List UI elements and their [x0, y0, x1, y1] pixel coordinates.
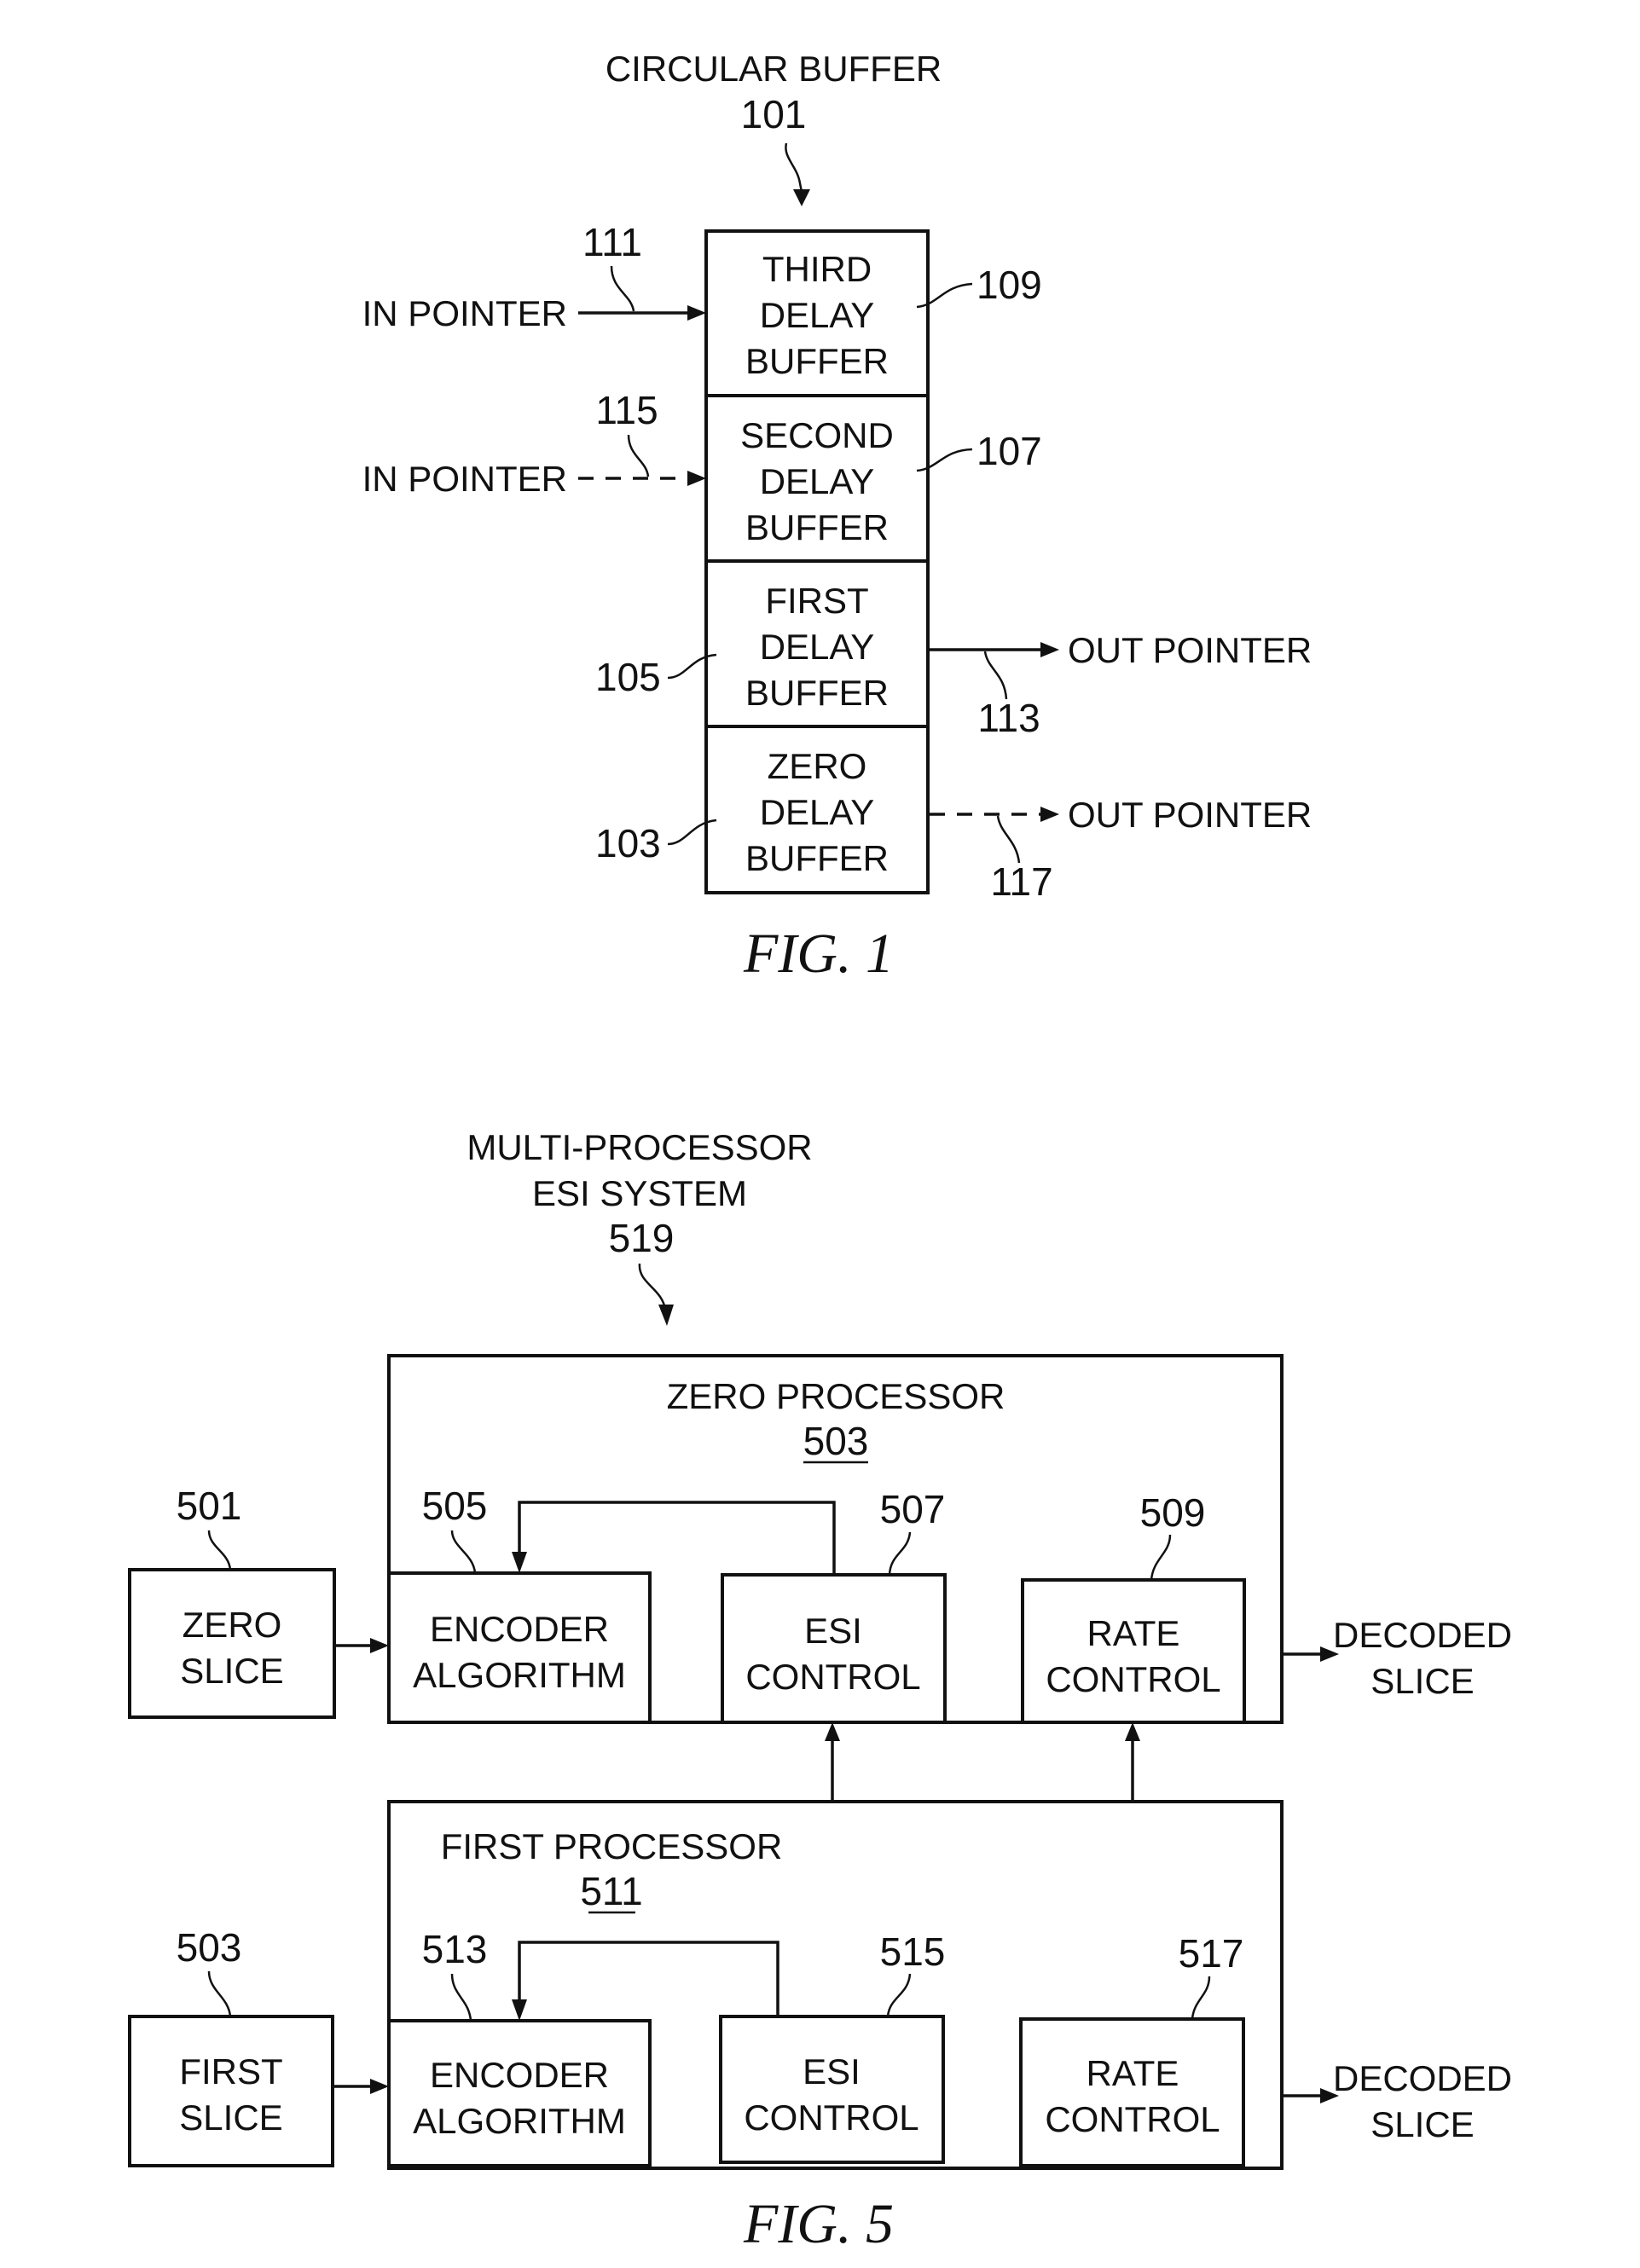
- zero-slice-text: ZERO: [183, 1605, 282, 1645]
- cell-text: DELAY: [760, 461, 875, 501]
- esi-control-text: CONTROL: [744, 2097, 919, 2138]
- ref-115: 115: [595, 388, 658, 432]
- ref-111: 111: [582, 220, 642, 264]
- decoded-slice-label: SLICE: [1371, 2104, 1474, 2144]
- ref-leader-101: [785, 142, 803, 193]
- arrowhead-icon: [1040, 642, 1059, 657]
- in-pointer-label: IN POINTER: [362, 293, 567, 333]
- fig5-multi-processor-esi-system: MULTI-PROCESSOR ESI SYSTEM 519 ZERO PROC…: [128, 1127, 1512, 2255]
- ref-leader-111: [610, 265, 635, 312]
- ref-113: 113: [977, 696, 1040, 740]
- ref-513: 513: [422, 1927, 488, 1971]
- fig5-caption: FIG. 5: [743, 2193, 894, 2255]
- cell-text: DELAY: [760, 295, 875, 335]
- ref-517: 517: [1179, 1931, 1244, 1976]
- ref-117: 117: [990, 859, 1052, 904]
- esi-control-text: ESI: [803, 2051, 861, 2092]
- first-slice-text: FIRST: [179, 2051, 282, 2092]
- patent-drawing-sheet: CIRCULAR BUFFER 101 THIRD DELAY BUFFER S…: [128, 49, 1512, 2255]
- zero-processor-title: ZERO PROCESSOR: [667, 1376, 1005, 1416]
- ref-leader-503: [207, 1970, 232, 2017]
- ref-507: 507: [880, 1487, 946, 1531]
- ref-leader-113: [983, 651, 1008, 700]
- rate-control-text: RATE: [1087, 1613, 1180, 1653]
- esi-control-text: ESI: [804, 1611, 862, 1651]
- out-pointer-label: OUT POINTER: [1068, 630, 1312, 670]
- cell-text: SECOND: [740, 415, 894, 455]
- arrowhead-icon: [687, 471, 706, 486]
- arrowhead-icon: [825, 1722, 840, 1741]
- arrowhead-icon: [1040, 807, 1059, 822]
- ref-107: 107: [976, 429, 1042, 473]
- first-slice-text: SLICE: [179, 2097, 282, 2138]
- system-ref-519: 519: [609, 1216, 675, 1260]
- ref-515: 515: [880, 1930, 946, 1974]
- arrowhead-icon: [370, 1638, 389, 1653]
- cell-text: BUFFER: [745, 838, 889, 878]
- cell-text: ZERO: [768, 746, 867, 786]
- ref-leader-519: [638, 1263, 667, 1310]
- esi-control-text: CONTROL: [745, 1657, 920, 1697]
- cell-text: BUFFER: [745, 673, 889, 713]
- system-title-line2: ESI SYSTEM: [532, 1173, 747, 1213]
- in-pointer-label: IN POINTER: [362, 459, 567, 499]
- cell-text: BUFFER: [745, 341, 889, 381]
- cell-text: DELAY: [760, 627, 875, 667]
- rate-control-text: RATE: [1087, 2053, 1179, 2093]
- fig1-caption: FIG. 1: [743, 923, 894, 985]
- ref-leader-501: [207, 1530, 232, 1571]
- ref-501: 501: [177, 1484, 242, 1528]
- encoder-text: ALGORITHM: [413, 2101, 626, 2141]
- cell-text: FIRST: [765, 581, 868, 621]
- ref-105: 105: [595, 655, 661, 699]
- arrowhead-icon: [1125, 1722, 1140, 1741]
- ref-503: 503: [177, 1925, 242, 1970]
- system-title-line1: MULTI-PROCESSOR: [467, 1127, 812, 1167]
- ref-leader-117: [996, 815, 1021, 864]
- arrowhead-icon: [793, 189, 810, 206]
- ref-109: 109: [976, 263, 1042, 307]
- zero-slice-text: SLICE: [180, 1651, 283, 1691]
- decoded-slice-label: SLICE: [1371, 1661, 1474, 1701]
- circular-buffer-ref: 101: [741, 92, 807, 136]
- cell-text: THIRD: [762, 249, 872, 289]
- ref-leader-115: [627, 434, 650, 477]
- ref-505: 505: [422, 1484, 488, 1528]
- circular-buffer-title: CIRCULAR BUFFER: [606, 49, 942, 89]
- ref-103: 103: [595, 821, 661, 865]
- encoder-text: ENCODER: [430, 2055, 609, 2095]
- encoder-text: ALGORITHM: [413, 1655, 626, 1695]
- cell-text: BUFFER: [745, 507, 889, 547]
- fig1-circular-buffer: CIRCULAR BUFFER 101 THIRD DELAY BUFFER S…: [362, 49, 1313, 985]
- out-pointer-label: OUT POINTER: [1068, 795, 1312, 835]
- decoded-slice-label: DECODED: [1333, 2058, 1512, 2098]
- arrowhead-icon: [370, 2079, 389, 2094]
- arrowhead-icon: [687, 305, 706, 321]
- arrowhead-icon: [658, 1305, 674, 1326]
- zero-processor-ref: 503: [803, 1419, 869, 1463]
- rate-control-text: CONTROL: [1046, 1659, 1220, 1699]
- decoded-slice-label: DECODED: [1333, 1615, 1512, 1655]
- ref-509: 509: [1140, 1490, 1206, 1535]
- encoder-text: ENCODER: [430, 1609, 609, 1649]
- first-processor-title: FIRST PROCESSOR: [441, 1826, 783, 1866]
- first-processor-ref: 511: [580, 1869, 642, 1913]
- cell-text: DELAY: [760, 792, 875, 832]
- rate-control-text: CONTROL: [1045, 2099, 1220, 2139]
